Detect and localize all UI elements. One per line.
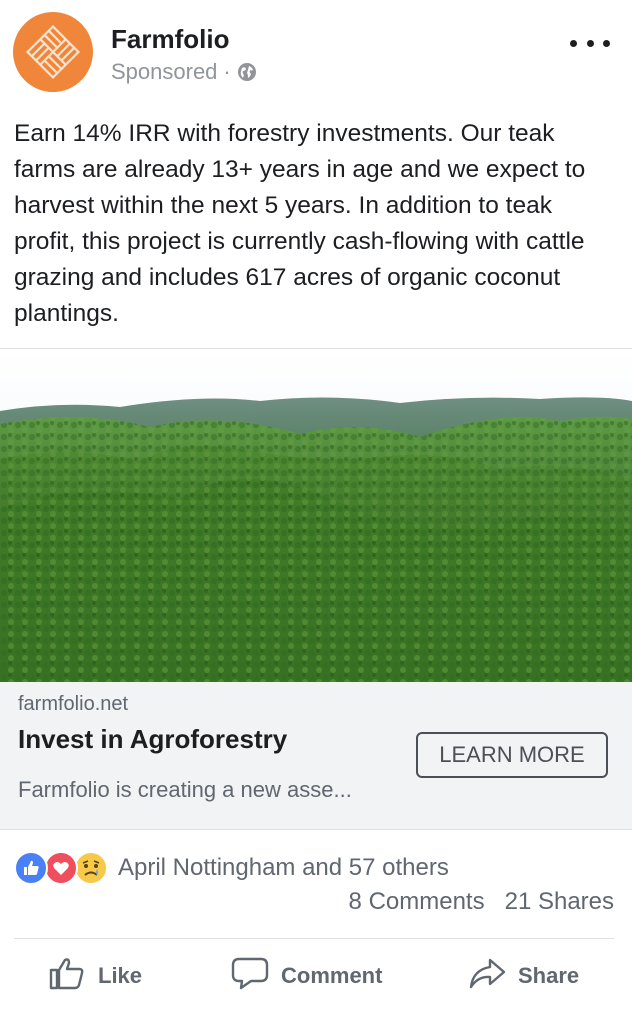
love-reaction-icon: [44, 851, 78, 885]
learn-more-button[interactable]: LEARN MORE: [416, 732, 608, 778]
link-domain: farmfolio.net: [18, 693, 129, 715]
forest-hills-image: [0, 349, 632, 682]
post-body-text: Earn 14% IRR with forestry investments. …: [14, 120, 586, 327]
more-options-icon[interactable]: [570, 28, 610, 58]
reactors-text[interactable]: April Nottingham and 57 others: [118, 854, 449, 882]
link-title[interactable]: Invest in Agroforestry: [18, 724, 287, 755]
comment-label: Comment: [281, 963, 383, 988]
thumbs-up-icon: [48, 954, 86, 998]
action-bar: Like Comment Share: [0, 948, 632, 1004]
reactions-summary[interactable]: April Nottingham and 57 others: [14, 850, 449, 886]
post-header: Farmfolio Sponsored ·: [0, 0, 632, 100]
share-arrow-icon: [468, 954, 506, 998]
globe-icon[interactable]: [237, 62, 257, 82]
share-button[interactable]: Share: [468, 948, 579, 1004]
comment-button[interactable]: Comment: [231, 948, 382, 1004]
post-image[interactable]: [0, 349, 632, 682]
meta-separator: ·: [223, 59, 231, 84]
like-reaction-icon: [14, 851, 48, 885]
like-label: Like: [98, 963, 143, 988]
sad-reaction-icon: [74, 851, 108, 885]
farmfolio-logo-icon: [25, 24, 81, 80]
shares-count[interactable]: 21 Shares: [505, 888, 614, 916]
divider: [14, 938, 614, 939]
link-description: Farmfolio is creating a new asse...: [18, 777, 352, 802]
comment-bubble-icon: [231, 954, 269, 998]
sponsored-label[interactable]: Sponsored: [111, 59, 217, 85]
comments-count[interactable]: 8 Comments: [349, 888, 485, 916]
post-meta: Sponsored ·: [111, 59, 257, 85]
page-avatar[interactable]: [13, 12, 93, 92]
like-button[interactable]: Like: [48, 948, 142, 1004]
share-label: Share: [518, 963, 580, 988]
link-preview[interactable]: farmfolio.net Invest in Agroforestry Far…: [0, 682, 632, 830]
engagement-counts: 8 Comments 21 Shares: [349, 888, 614, 916]
page-name-link[interactable]: Farmfolio: [111, 24, 229, 55]
